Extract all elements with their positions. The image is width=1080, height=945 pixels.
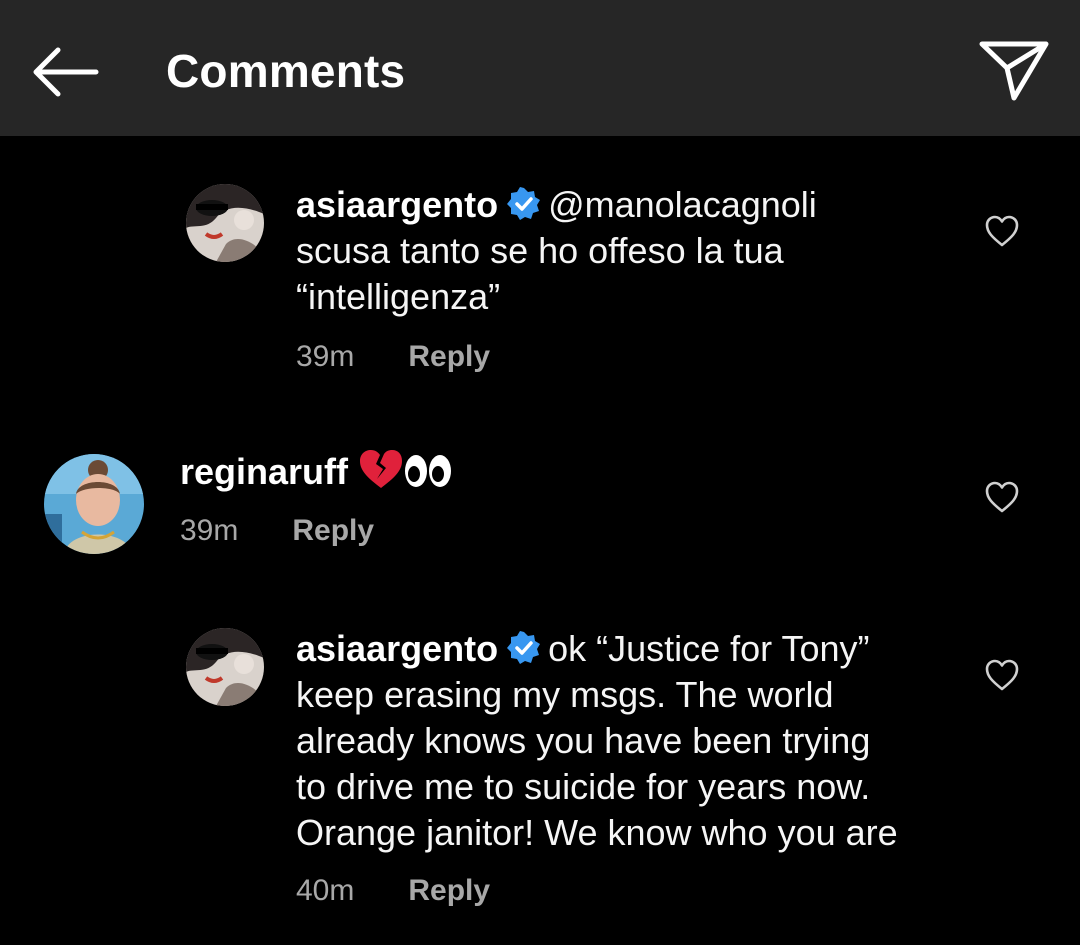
comment-item: asiaargento ok “Justice for Tony” keep er… [0, 0, 1080, 945]
comment-line: asiaargento ok “Justice for Tony” [296, 626, 976, 672]
comment-line: Orange janitor! We know who you are [296, 812, 898, 853]
comment-line: already knows you have been trying [296, 720, 871, 761]
username[interactable]: asiaargento [296, 628, 498, 669]
avatar-image [186, 628, 264, 706]
comment-line: keep erasing my msgs. The world [296, 674, 834, 715]
verified-badge-icon [507, 631, 541, 664]
comment-line: to drive me to suicide for years now. [296, 766, 871, 807]
like-button[interactable] [984, 658, 1020, 694]
heart-icon [985, 659, 1019, 691]
timestamp: 40m [296, 874, 355, 907]
comment-meta: 40m Reply [296, 874, 490, 908]
avatar[interactable] [186, 628, 264, 706]
comment-text: ok “Justice for Tony” [548, 628, 870, 669]
reply-button[interactable]: Reply [408, 874, 490, 908]
comment-body: asiaargento ok “Justice for Tony” keep er… [296, 626, 976, 856]
